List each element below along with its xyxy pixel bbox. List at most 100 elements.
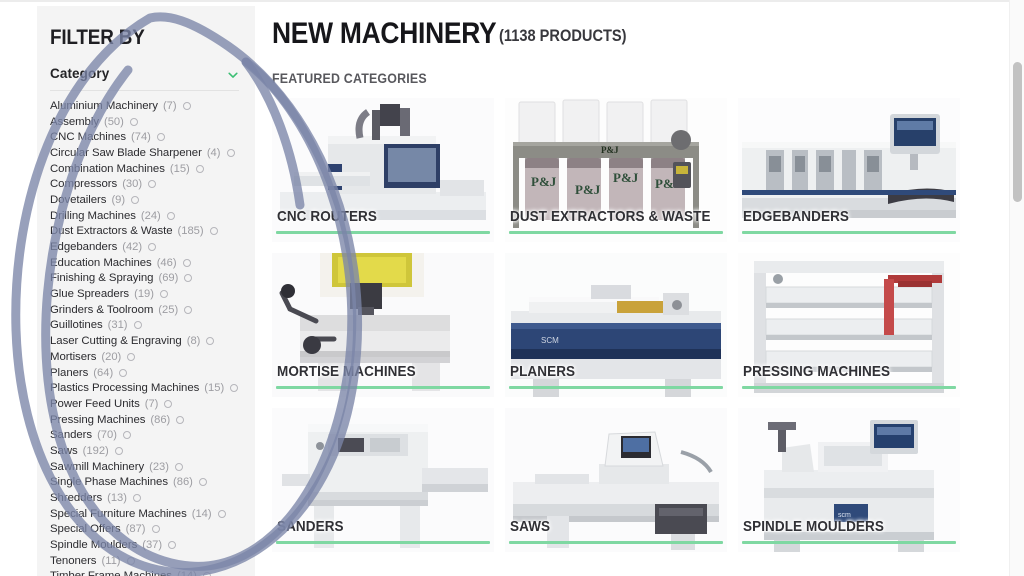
category-item-checkbox[interactable] — [119, 368, 128, 377]
category-item-count: (86) — [173, 476, 193, 489]
category-filter-item[interactable]: Edgebanders (42) — [50, 239, 239, 255]
featured-category-card[interactable]: CNC ROUTERS — [272, 98, 494, 242]
category-item-count: (8) — [186, 335, 201, 348]
category-item-checkbox[interactable] — [133, 321, 142, 330]
category-filter-item[interactable]: Combination Machines (15) — [50, 161, 239, 177]
category-item-checkbox[interactable] — [230, 384, 239, 393]
category-item-checkbox[interactable] — [217, 509, 226, 518]
category-filter-item[interactable]: Compressors (30) — [50, 176, 239, 192]
featured-category-card[interactable]: SANDERS — [272, 408, 494, 552]
category-filter-item[interactable]: Saws (192) — [50, 443, 239, 459]
browser-viewport: FILTER BY Category Aluminium Machinery (7… — [0, 0, 1024, 576]
category-item-label: Glue Spreaders — [50, 288, 130, 301]
category-item-label: Shredders — [50, 492, 103, 505]
category-filter-item[interactable]: Dust Extractors & Waste (185) — [50, 224, 239, 240]
featured-category-card[interactable]: MORTISE MACHINES — [272, 253, 494, 397]
category-filter-item[interactable]: Drilling Machines (24) — [50, 208, 239, 224]
category-item-checkbox[interactable] — [129, 117, 138, 126]
vertical-scrollbar[interactable] — [1009, 0, 1024, 576]
card-accent-rule — [742, 541, 956, 544]
category-item-label: CNC Machines — [50, 131, 126, 144]
category-filter-item[interactable]: Grinders & Toolroom (25) — [50, 302, 239, 318]
category-filter-item[interactable]: Mortisers (20) — [50, 349, 239, 365]
category-item-checkbox[interactable] — [160, 290, 168, 299]
featured-category-card[interactable]: PRESSING MACHINES — [738, 253, 960, 397]
featured-category-card-label: DUST EXTRACTORS & WASTE — [510, 208, 711, 225]
category-item-checkbox[interactable] — [164, 399, 173, 408]
featured-category-card[interactable]: scm SPINDLE MOULDERS — [738, 408, 960, 552]
category-item-count: (14) — [191, 507, 212, 520]
category-item-count: (7) — [144, 397, 159, 410]
category-filter-item[interactable]: Circular Saw Blade Sharpener (4) — [50, 145, 239, 161]
category-filter-item[interactable]: Sawmill Machinery (23) — [50, 459, 239, 475]
category-filter-item[interactable]: Single Phase Machines (86) — [50, 475, 239, 491]
category-item-count: (87) — [125, 523, 146, 536]
category-item-count: (20) — [101, 350, 122, 363]
category-filter-item[interactable]: Education Machines (46) — [50, 255, 239, 271]
category-item-checkbox[interactable] — [226, 148, 235, 157]
category-item-checkbox[interactable] — [114, 446, 123, 455]
category-filter-item[interactable]: Planers (64) — [50, 365, 239, 381]
category-filter-item[interactable]: Special Offers (87) — [50, 522, 239, 538]
category-item-checkbox[interactable] — [195, 164, 204, 173]
category-item-checkbox[interactable] — [168, 541, 177, 550]
chevron-down-icon[interactable] — [227, 68, 239, 80]
category-item-checkbox[interactable] — [122, 431, 131, 440]
featured-category-card[interactable]: SCM PLANERS — [505, 253, 727, 397]
category-filter-item[interactable]: Laser Cutting & Engraving (8) — [50, 333, 239, 349]
category-item-checkbox[interactable] — [176, 415, 185, 424]
category-item-checkbox[interactable] — [148, 180, 157, 189]
featured-category-card-label: PRESSING MACHINES — [743, 363, 891, 380]
category-section-header[interactable]: Category — [50, 66, 239, 91]
category-filter-item[interactable]: Shredders (13) — [50, 490, 239, 506]
featured-category-card-label: CNC ROUTERS — [277, 208, 377, 225]
featured-category-card[interactable]: SAWS — [505, 408, 727, 552]
category-item-checkbox[interactable] — [209, 227, 218, 236]
category-item-checkbox[interactable] — [202, 572, 211, 576]
featured-category-card[interactable]: EDGEBANDERS — [738, 98, 960, 242]
category-item-count: (30) — [122, 178, 143, 191]
card-accent-rule — [276, 386, 490, 389]
category-filter-item[interactable]: Assembly (50) — [50, 114, 239, 130]
filter-by-heading: FILTER BY — [50, 26, 145, 49]
category-filter-item[interactable]: CNC Machines (74) — [50, 129, 239, 145]
category-item-checkbox[interactable] — [127, 352, 136, 361]
category-item-checkbox[interactable] — [151, 525, 160, 534]
category-filter-item[interactable]: Pressing Machines (86) — [50, 412, 239, 428]
card-accent-rule — [509, 541, 723, 544]
category-item-checkbox[interactable] — [126, 556, 135, 565]
category-item-checkbox[interactable] — [184, 305, 193, 314]
category-item-label: Aluminium Machinery — [50, 99, 158, 112]
category-filter-item[interactable]: Plastics Processing Machines (15) — [50, 380, 239, 396]
category-item-checkbox[interactable] — [131, 195, 140, 204]
category-filter-item[interactable]: Special Furniture Machines (14) — [50, 506, 239, 522]
category-item-count: (19) — [134, 288, 154, 301]
category-filter-item[interactable]: Sanders (70) — [50, 427, 239, 443]
category-item-checkbox[interactable] — [182, 101, 191, 110]
category-item-checkbox[interactable] — [156, 133, 165, 142]
category-filter-item[interactable]: Timber Frame Machines (14) — [50, 569, 239, 576]
category-filter-item[interactable]: Power Feed Units (7) — [50, 396, 239, 412]
category-filter-item[interactable]: Finishing & Spraying (69) — [50, 271, 239, 287]
category-item-checkbox[interactable] — [133, 494, 142, 503]
category-item-label: Dovetailers — [50, 193, 107, 206]
category-filter-item[interactable]: Guillotines (31) — [50, 318, 239, 334]
category-filter-item[interactable]: Spindle Moulders (37) — [50, 537, 239, 553]
category-item-label: Education Machines — [50, 256, 152, 269]
category-item-checkbox[interactable] — [182, 258, 191, 267]
category-item-checkbox[interactable] — [198, 478, 207, 487]
category-item-checkbox[interactable] — [175, 462, 184, 471]
category-filter-item[interactable]: Aluminium Machinery (7) — [50, 98, 239, 114]
scrollbar-thumb[interactable] — [1013, 62, 1022, 202]
featured-category-card[interactable]: P&J P&J P&J P&J P&J DUST EXTRACTORS & WA… — [505, 98, 727, 242]
category-filter-item[interactable]: Dovetailers (9) — [50, 192, 239, 208]
category-filter-item[interactable]: Glue Spreaders (19) — [50, 286, 239, 302]
category-item-checkbox[interactable] — [166, 211, 175, 220]
category-item-checkbox[interactable] — [206, 337, 215, 346]
card-accent-rule — [509, 231, 723, 234]
category-item-checkbox[interactable] — [184, 274, 193, 283]
category-item-label: Sanders — [50, 429, 93, 442]
category-item-count: (37) — [142, 539, 163, 552]
category-item-checkbox[interactable] — [148, 243, 157, 252]
category-filter-item[interactable]: Tenoners (11) — [50, 553, 239, 569]
